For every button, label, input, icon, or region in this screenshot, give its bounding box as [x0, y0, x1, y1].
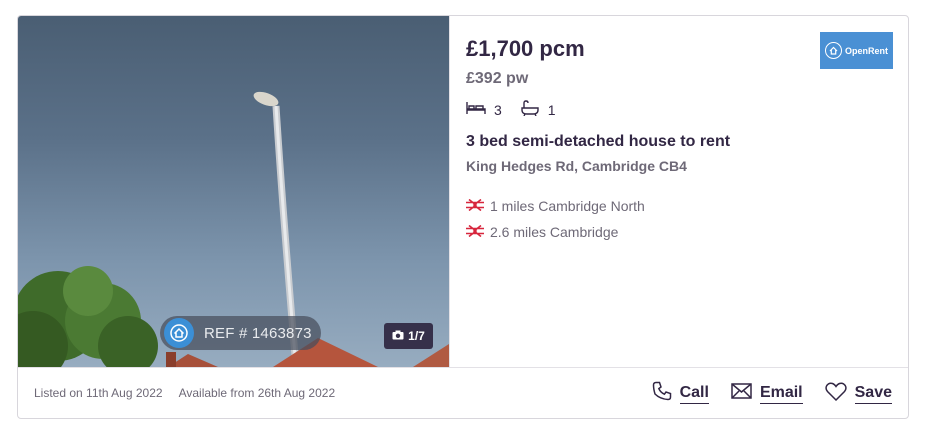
bathrooms-feature: 1 — [520, 100, 556, 119]
email-label: Email — [759, 384, 803, 404]
property-card[interactable]: REF # 1463873 1/7 £1,700 pcm £392 pw 3 1… — [17, 15, 909, 419]
rail-icon — [466, 224, 490, 240]
listing-address: King Hedges Rd, Cambridge CB4 — [466, 158, 687, 174]
photo-count: 1/7 — [408, 329, 425, 343]
card-footer: Listed on 11th Aug 2022 Available from 2… — [18, 367, 908, 418]
listed-date: Listed on 11th Aug 2022 — [34, 386, 163, 400]
card-actions: Call Email Save — [652, 368, 892, 418]
price-weekly: £392 pw — [466, 70, 529, 87]
call-button[interactable]: Call — [652, 381, 709, 406]
bed-icon — [466, 100, 494, 119]
heart-icon — [824, 382, 847, 406]
agent-name: OpenRent — [844, 45, 888, 56]
station-item: 1 miles Cambridge North — [466, 198, 645, 214]
bedrooms-count: 3 — [494, 101, 502, 118]
property-photo[interactable]: REF # 1463873 1/7 — [18, 16, 449, 367]
listing-title[interactable]: 3 bed semi-detached house to rent — [466, 133, 730, 151]
station-item: 2.6 miles Cambridge — [466, 224, 618, 240]
house-icon — [164, 318, 194, 348]
available-date: Available from 26th Aug 2022 — [178, 386, 336, 400]
bath-icon — [520, 100, 548, 119]
rail-icon — [466, 198, 490, 214]
price-monthly[interactable]: £1,700 pcm — [466, 36, 585, 62]
bedrooms-feature: 3 — [466, 100, 502, 119]
station-distance: 1 miles Cambridge North — [490, 198, 645, 214]
reference-badge: REF # 1463873 — [160, 316, 321, 350]
listing-details[interactable]: £1,700 pcm £392 pw 3 1 3 bed semi-detach… — [449, 16, 908, 367]
phone-icon — [652, 381, 672, 406]
save-button[interactable]: Save — [824, 382, 892, 406]
email-button[interactable]: Email — [731, 383, 803, 404]
bathrooms-count: 1 — [547, 101, 556, 118]
agent-logo[interactable]: OpenRent — [820, 32, 893, 69]
call-label: Call — [679, 384, 709, 404]
reference-number: REF # 1463873 — [204, 324, 312, 342]
house-icon — [824, 42, 842, 59]
station-distance: 2.6 miles Cambridge — [490, 224, 619, 240]
photo-count-badge[interactable]: 1/7 — [384, 323, 433, 349]
save-label: Save — [854, 384, 892, 404]
camera-icon — [392, 329, 404, 343]
property-features: 3 1 — [466, 100, 574, 119]
mail-icon — [731, 383, 752, 404]
street-scene-image — [18, 91, 449, 367]
